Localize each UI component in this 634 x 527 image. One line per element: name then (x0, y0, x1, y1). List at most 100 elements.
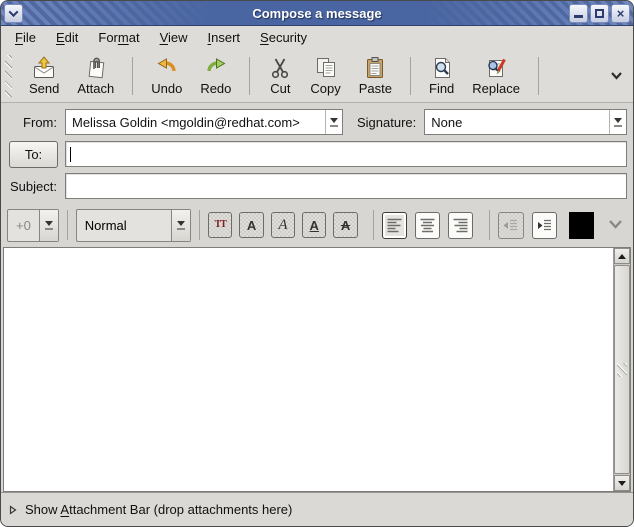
format-separator (67, 210, 68, 240)
combo-arrow-icon (39, 210, 58, 241)
arrow-up-icon (618, 254, 626, 259)
attach-paperclip-icon (84, 56, 108, 80)
subject-input[interactable] (65, 173, 627, 199)
align-left-icon (386, 217, 403, 234)
signature-value: None (425, 115, 609, 130)
paste-clipboard-icon (363, 56, 387, 80)
align-right-button[interactable] (448, 212, 473, 239)
text-caret (70, 147, 71, 162)
attachment-bar[interactable]: Show Attachment Bar (drop attachments he… (1, 492, 633, 526)
menu-file[interactable]: File (5, 27, 46, 48)
menu-security[interactable]: Security (250, 27, 317, 48)
scroll-down-button[interactable] (614, 475, 630, 491)
from-value: Melissa Goldin <mgoldin@redhat.com> (66, 115, 325, 130)
paragraph-style-value: Normal (77, 218, 171, 233)
message-body-area (3, 247, 631, 492)
menu-edit[interactable]: Edit (46, 27, 88, 48)
to-input[interactable] (65, 141, 627, 167)
to-row: To: (1, 138, 633, 170)
undo-button[interactable]: Undo (142, 53, 191, 99)
paste-button[interactable]: Paste (350, 53, 401, 99)
paragraph-style-select[interactable]: Normal (76, 209, 191, 242)
indent-icon (536, 217, 553, 234)
from-select[interactable]: Melissa Goldin <mgoldin@redhat.com> (65, 109, 343, 135)
combo-arrow-icon (171, 210, 190, 241)
minimize-icon (574, 15, 583, 18)
combo-arrow-icon (609, 110, 626, 134)
undo-arrow-icon (155, 56, 179, 80)
send-button[interactable]: Send (20, 53, 68, 99)
window-title: Compose a message (1, 6, 633, 21)
unindent-button (498, 212, 523, 239)
font-size-select[interactable]: +0 (7, 209, 59, 242)
align-center-icon (419, 217, 436, 234)
replace-magnifier-pencil-icon (484, 56, 508, 80)
from-label: From: (9, 115, 57, 130)
menubar: File Edit Format View Insert Security (1, 26, 633, 49)
cut-scissors-icon (268, 56, 292, 80)
typewriter-toggle[interactable]: TT (208, 212, 232, 238)
strikethrough-toggle[interactable]: A (333, 212, 357, 238)
underline-icon: A (310, 219, 319, 232)
italic-icon: A (278, 218, 287, 233)
minimize-button[interactable] (569, 4, 588, 23)
menu-format[interactable]: Format (88, 27, 149, 48)
maximize-icon (595, 9, 604, 18)
formatbar-overflow-button[interactable] (604, 212, 627, 238)
subject-entry-wrap (65, 173, 627, 199)
chevron-down-icon (610, 71, 623, 80)
align-right-icon (452, 217, 469, 234)
message-body-input[interactable] (4, 248, 613, 491)
maximize-button[interactable] (590, 4, 609, 23)
align-center-button[interactable] (415, 212, 440, 239)
subject-row: Subject: (1, 170, 633, 202)
indent-button[interactable] (532, 212, 557, 239)
text-color-swatch[interactable] (569, 212, 594, 239)
arrow-down-icon (618, 481, 626, 486)
message-headers: From: Melissa Goldin <mgoldin@redhat.com… (1, 103, 633, 203)
bold-icon: A (247, 219, 256, 232)
vertical-scrollbar[interactable] (613, 248, 630, 491)
font-size-value: +0 (8, 218, 39, 233)
toolbar-separator (538, 57, 539, 95)
expander-triangle-icon (9, 505, 17, 515)
window-menu-button[interactable] (4, 4, 23, 23)
copy-pages-icon (314, 56, 338, 80)
signature-select[interactable]: None (424, 109, 627, 135)
replace-button[interactable]: Replace (463, 53, 529, 99)
main-toolbar: Send Attach Undo Redo (1, 49, 633, 103)
attach-button[interactable]: Attach (68, 53, 123, 99)
titlebar: Compose a message × (1, 1, 633, 26)
toolbar-separator (132, 57, 133, 95)
toolbar-grip[interactable] (5, 55, 12, 97)
redo-button[interactable]: Redo (191, 53, 240, 99)
close-button[interactable]: × (611, 4, 630, 23)
unindent-icon (502, 217, 519, 234)
toolbar-separator (249, 57, 250, 95)
subject-label: Subject: (9, 179, 57, 194)
scrollbar-grip-icon (617, 363, 627, 377)
italic-toggle[interactable]: A (271, 212, 295, 238)
format-toolbar: +0 Normal TT A A A A (1, 203, 633, 247)
toolbar-overflow-button[interactable] (606, 63, 627, 89)
underline-toggle[interactable]: A (302, 212, 326, 238)
bold-toggle[interactable]: A (239, 212, 263, 238)
copy-button[interactable]: Copy (301, 53, 349, 99)
find-magnifier-icon (430, 56, 454, 80)
toolbar-separator (410, 57, 411, 95)
format-separator (373, 210, 374, 240)
strikethrough-icon: A (341, 219, 350, 232)
menu-insert[interactable]: Insert (198, 27, 251, 48)
align-left-button[interactable] (382, 212, 407, 239)
send-mail-icon (32, 56, 56, 80)
menu-view[interactable]: View (150, 27, 198, 48)
cut-button[interactable]: Cut (259, 53, 301, 99)
find-button[interactable]: Find (420, 53, 463, 99)
to-entry-wrap (65, 141, 627, 167)
typewriter-icon: TT (215, 220, 226, 230)
to-button[interactable]: To: (9, 141, 58, 168)
chevron-down-icon (608, 219, 623, 229)
scrollbar-thumb[interactable] (614, 265, 630, 474)
scroll-up-button[interactable] (614, 248, 630, 264)
format-separator (489, 210, 490, 240)
